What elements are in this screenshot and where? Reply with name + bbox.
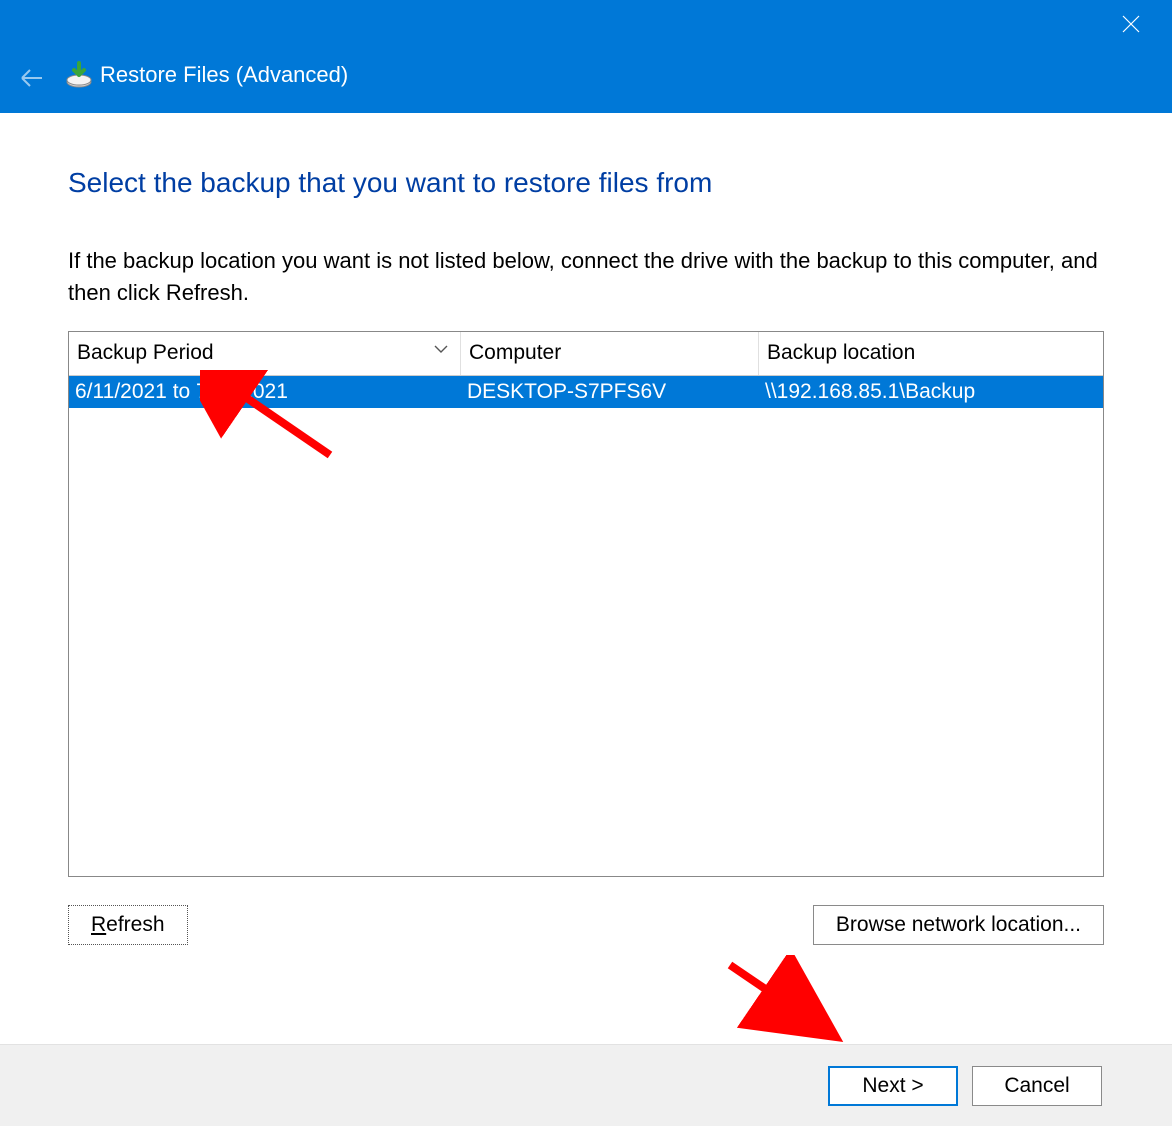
refresh-accelerator: R bbox=[91, 913, 106, 936]
column-header-computer[interactable]: Computer bbox=[461, 332, 759, 375]
column-header-backup-period[interactable]: Backup Period bbox=[69, 332, 461, 375]
backup-list: Backup Period Computer Backup location 6… bbox=[68, 331, 1104, 877]
refresh-label-rest: efresh bbox=[106, 913, 164, 936]
column-label: Backup location bbox=[767, 341, 915, 365]
page-heading: Select the backup that you want to resto… bbox=[68, 167, 1104, 199]
close-button[interactable] bbox=[1108, 8, 1154, 40]
list-body: 6/11/2021 to 7/11/2021 DESKTOP-S7PFS6V \… bbox=[69, 376, 1103, 876]
next-button[interactable]: Next > bbox=[828, 1066, 958, 1106]
browse-network-location-button[interactable]: Browse network location... bbox=[813, 905, 1104, 945]
restore-files-icon bbox=[64, 60, 94, 90]
refresh-button[interactable]: Refresh bbox=[68, 905, 188, 945]
column-label: Computer bbox=[469, 341, 561, 365]
column-label: Backup Period bbox=[77, 341, 214, 365]
annotation-arrow-icon bbox=[720, 955, 860, 1050]
chevron-down-icon bbox=[434, 336, 448, 360]
column-header-backup-location[interactable]: Backup location bbox=[759, 332, 1103, 375]
page-instructions: If the backup location you want is not l… bbox=[68, 245, 1104, 309]
cell-location: \\192.168.85.1\Backup bbox=[759, 380, 1103, 404]
backup-row[interactable]: 6/11/2021 to 7/11/2021 DESKTOP-S7PFS6V \… bbox=[69, 376, 1103, 408]
close-icon bbox=[1122, 15, 1140, 33]
action-row: Refresh Browse network location... bbox=[68, 905, 1104, 945]
titlebar: Restore Files (Advanced) bbox=[0, 0, 1172, 113]
back-button[interactable] bbox=[14, 60, 50, 96]
cell-computer: DESKTOP-S7PFS6V bbox=[461, 380, 759, 404]
cell-backup-period: 6/11/2021 to 7/11/2021 bbox=[69, 380, 461, 404]
window-title: Restore Files (Advanced) bbox=[100, 60, 348, 90]
list-header: Backup Period Computer Backup location bbox=[69, 332, 1103, 376]
wizard-footer: Next > Cancel bbox=[0, 1044, 1172, 1126]
content-area: Select the backup that you want to resto… bbox=[0, 113, 1172, 945]
back-arrow-icon bbox=[19, 65, 45, 91]
cancel-button[interactable]: Cancel bbox=[972, 1066, 1102, 1106]
